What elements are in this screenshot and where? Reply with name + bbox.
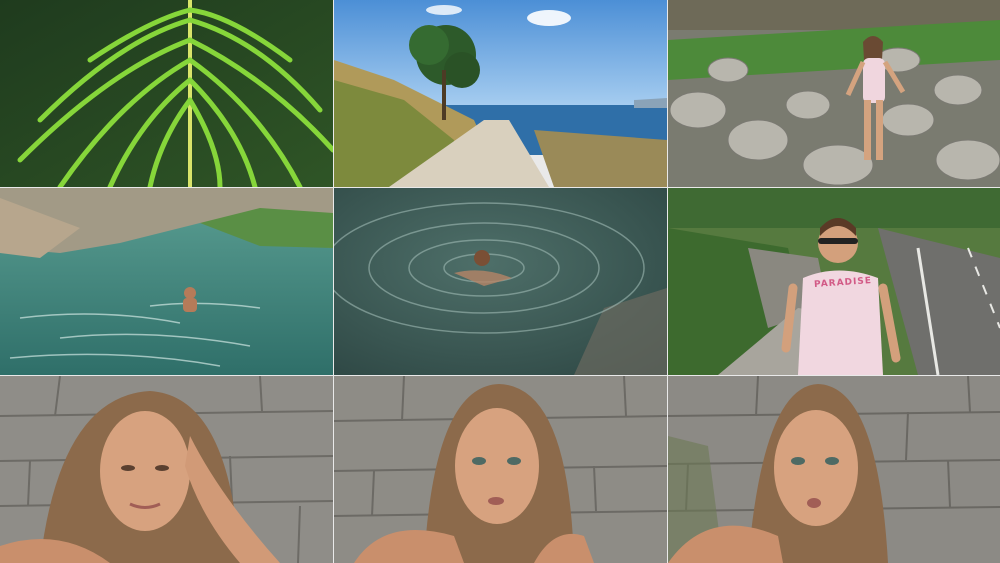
photo-collage: PARADISE	[0, 0, 1000, 563]
photo-palm-frond	[0, 0, 333, 187]
selfie-image-2	[334, 376, 667, 563]
photo-selfie-stone-wall-3	[668, 376, 1000, 563]
rocky-slope-image	[668, 0, 1000, 187]
selfie-image-1	[0, 376, 333, 563]
photo-swimmer-ripples	[334, 188, 667, 375]
swimmer-ripples-image	[334, 188, 667, 375]
photo-selfie-stone-wall-2	[334, 376, 667, 563]
photo-rocky-slope-woman	[668, 0, 1000, 187]
selfie-image-3	[668, 376, 1000, 563]
photo-coastal-road	[334, 0, 667, 187]
photo-lake-swimmer	[0, 188, 333, 375]
coastal-road-image	[334, 0, 667, 187]
lake-swimmer-image	[0, 188, 333, 375]
palm-frond-image	[0, 0, 333, 187]
photo-roadside-woman: PARADISE	[668, 188, 1000, 375]
photo-selfie-stone-wall-1	[0, 376, 333, 563]
